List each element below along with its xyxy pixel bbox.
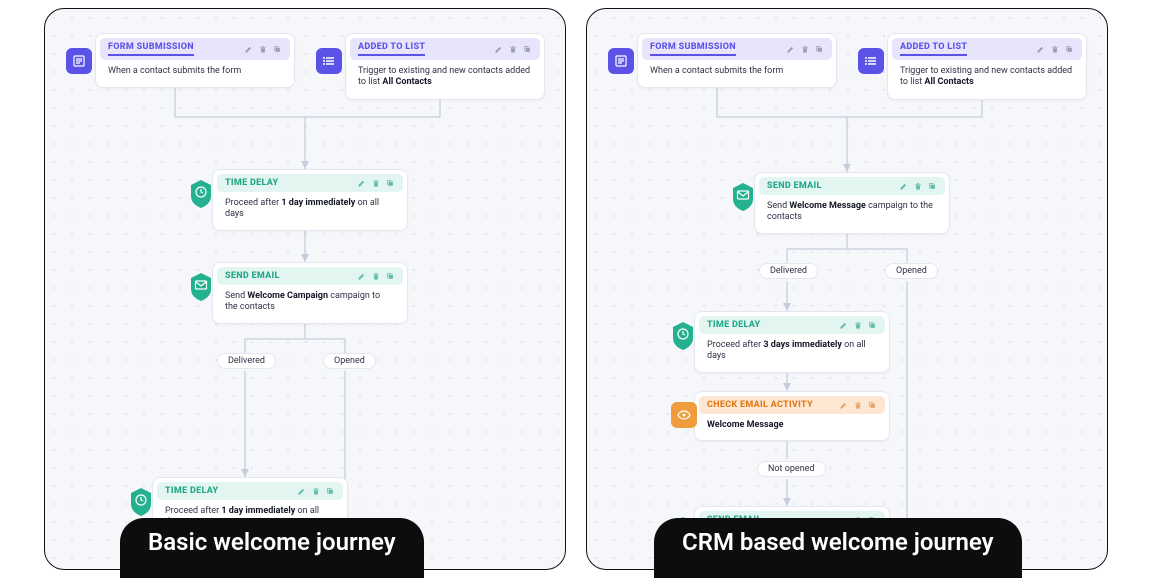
branch-not-opened[interactable]: Not opened: [757, 461, 826, 477]
step-time-delay[interactable]: TIME DELAY Proceed after 3 days immediat…: [694, 311, 890, 373]
branch-opened[interactable]: Opened: [885, 263, 938, 279]
trigger-form-submission[interactable]: FORM SUBMISSION When a contact submits t…: [95, 33, 295, 88]
step-description: Welcome Message: [699, 414, 885, 433]
step-title: CHECK EMAIL ACTIVITY: [707, 400, 813, 410]
journey-canvas-crm: FORM SUBMISSION When a contact submits t…: [586, 8, 1108, 570]
clock-icon-badge: [189, 178, 213, 206]
trigger-title: ADDED TO LIST: [358, 42, 425, 56]
form-icon-badge: [66, 48, 92, 74]
trash-icon[interactable]: [853, 320, 863, 330]
step-title: TIME DELAY: [165, 486, 218, 496]
edit-icon[interactable]: [357, 178, 367, 188]
edit-icon[interactable]: [297, 486, 307, 496]
copy-icon[interactable]: [522, 44, 532, 54]
trash-icon[interactable]: [800, 44, 810, 54]
trigger-description: When a contact submits the form: [100, 60, 290, 81]
copy-icon[interactable]: [385, 271, 395, 281]
journey-canvas-basic: FORM SUBMISSION When a contact submits t…: [44, 8, 566, 570]
list-icon-badge: [316, 48, 342, 74]
trigger-title: ADDED TO LIST: [900, 42, 967, 56]
step-send-email[interactable]: SEND EMAIL Send Welcome Campaign campaig…: [212, 262, 408, 324]
eye-icon-badge: [671, 402, 697, 428]
copy-icon[interactable]: [325, 486, 335, 496]
step-description: Send Welcome Message campaign to the con…: [759, 195, 945, 226]
edit-icon[interactable]: [357, 271, 367, 281]
trigger-description: When a contact submits the form: [642, 60, 832, 81]
trash-icon[interactable]: [508, 44, 518, 54]
step-send-email[interactable]: SEND EMAIL Send Welcome Message campaign…: [754, 172, 950, 234]
step-description: Proceed after 1 day immediately on all d…: [217, 192, 403, 223]
step-title: TIME DELAY: [225, 178, 278, 188]
branch-opened[interactable]: Opened: [323, 353, 376, 369]
trigger-added-to-list[interactable]: ADDED TO LIST Trigger to existing and ne…: [887, 33, 1087, 100]
trash-icon[interactable]: [913, 181, 923, 191]
mail-icon-badge: [731, 181, 755, 209]
mail-icon-badge: [189, 271, 213, 299]
copy-icon[interactable]: [385, 178, 395, 188]
edit-icon[interactable]: [899, 181, 909, 191]
trigger-added-to-list[interactable]: ADDED TO LIST Trigger to existing and ne…: [345, 33, 545, 100]
trigger-form-submission[interactable]: FORM SUBMISSION When a contact submits t…: [637, 33, 837, 88]
step-time-delay[interactable]: TIME DELAY Proceed after 1 day immediate…: [212, 169, 408, 231]
edit-icon[interactable]: [786, 44, 796, 54]
clock-icon-badge: [671, 320, 695, 348]
branch-delivered[interactable]: Delivered: [217, 353, 276, 369]
copy-icon[interactable]: [867, 320, 877, 330]
step-check-email-activity[interactable]: CHECK EMAIL ACTIVITY Welcome Message: [694, 391, 890, 441]
trigger-description: Trigger to existing and new contacts add…: [892, 60, 1082, 93]
edit-icon[interactable]: [494, 44, 504, 54]
trash-icon[interactable]: [853, 400, 863, 410]
step-title: SEND EMAIL: [767, 181, 822, 191]
caption-crm: CRM based welcome journey: [654, 518, 1022, 578]
copy-icon[interactable]: [814, 44, 824, 54]
clock-icon-badge: [129, 486, 153, 514]
step-title: SEND EMAIL: [225, 271, 280, 281]
list-icon-badge: [858, 48, 884, 74]
copy-icon[interactable]: [1064, 44, 1074, 54]
trash-icon[interactable]: [1050, 44, 1060, 54]
trigger-title: FORM SUBMISSION: [650, 42, 736, 56]
trash-icon[interactable]: [371, 178, 381, 188]
trigger-title: FORM SUBMISSION: [108, 42, 194, 56]
form-icon-badge: [608, 48, 634, 74]
edit-icon[interactable]: [839, 320, 849, 330]
trash-icon[interactable]: [371, 271, 381, 281]
trigger-description: Trigger to existing and new contacts add…: [350, 60, 540, 93]
step-title: TIME DELAY: [707, 320, 760, 330]
copy-icon[interactable]: [927, 181, 937, 191]
caption-basic: Basic welcome journey: [120, 518, 424, 578]
step-description: Send Welcome Campaign campaign to the co…: [217, 285, 403, 316]
copy-icon[interactable]: [272, 44, 282, 54]
copy-icon[interactable]: [867, 400, 877, 410]
edit-icon[interactable]: [244, 44, 254, 54]
edit-icon[interactable]: [1036, 44, 1046, 54]
edit-icon[interactable]: [839, 400, 849, 410]
branch-delivered[interactable]: Delivered: [759, 263, 818, 279]
trash-icon[interactable]: [311, 486, 321, 496]
trash-icon[interactable]: [258, 44, 268, 54]
step-description: Proceed after 3 days immediately on all …: [699, 334, 885, 365]
